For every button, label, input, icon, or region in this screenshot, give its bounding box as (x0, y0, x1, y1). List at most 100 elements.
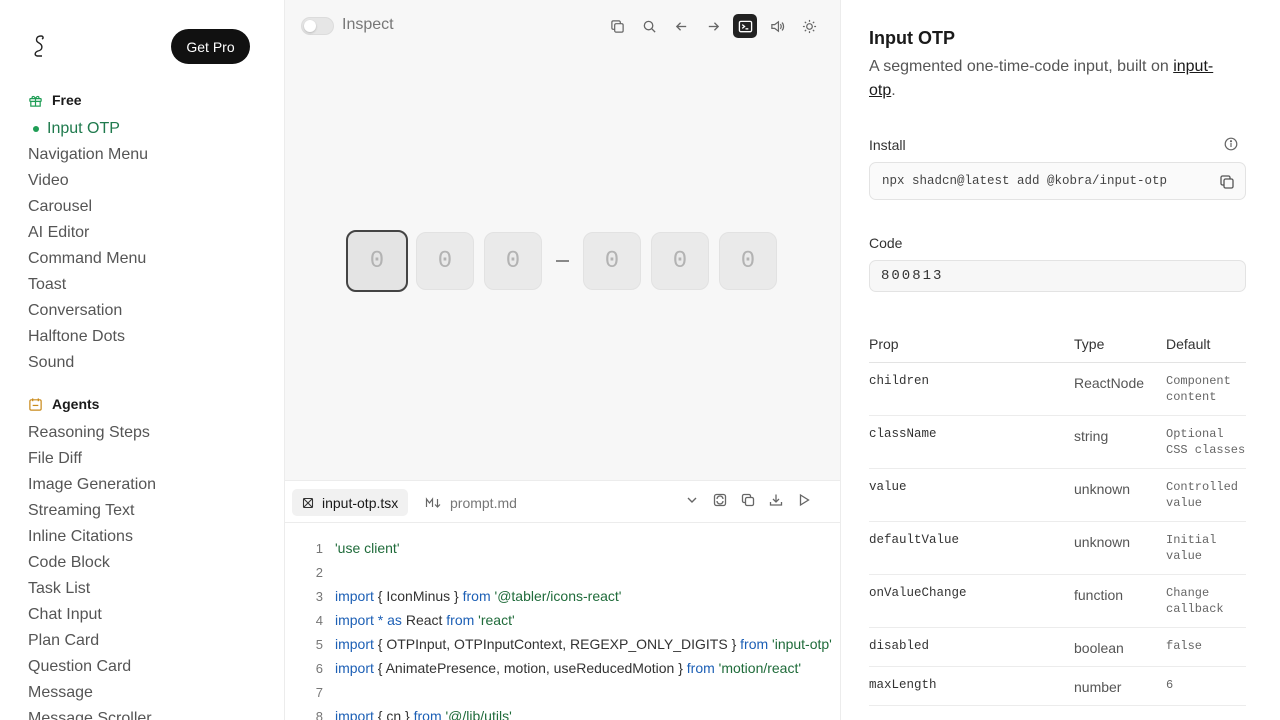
sidebar-item[interactable]: Halftone Dots (28, 324, 148, 350)
sun-icon[interactable] (797, 14, 821, 38)
play-icon[interactable] (797, 493, 811, 507)
code-editor[interactable]: 1 'use client' 2 3 import { IconMinus } from… (285, 536, 841, 720)
sidebar-item[interactable]: Code Block (28, 550, 156, 576)
sidebar-item[interactable]: Message Scroller (28, 706, 156, 720)
sidebar-item[interactable]: Video (28, 168, 148, 194)
otp-slot[interactable]: 0 (719, 232, 777, 290)
code-value-field[interactable]: 800813 (869, 260, 1246, 292)
tab-label: input-otp.tsx (322, 494, 399, 511)
get-pro-button[interactable]: Get Pro (171, 29, 250, 64)
logo-icon[interactable] (29, 33, 49, 59)
otp-slot[interactable]: 0 (583, 232, 641, 290)
prop-default: Change callback (1166, 574, 1246, 628)
prop-row: children ReactNode Component content (869, 362, 1246, 416)
description-text: A segmented one-time-code input, built o… (869, 58, 1174, 75)
sidebar-item[interactable]: File Diff (28, 446, 156, 472)
inspect-toggle[interactable] (301, 17, 334, 35)
code-actions (685, 493, 811, 507)
code-token: { IconMinus } (373, 588, 463, 604)
copy-icon[interactable] (605, 14, 629, 38)
sidebar-item[interactable]: Carousel (28, 194, 148, 220)
otp-input[interactable]: 0 0 0 0 0 0 (346, 230, 787, 292)
inspect-label: Inspect (342, 16, 394, 33)
code-token: import (335, 660, 374, 676)
refresh-icon[interactable] (713, 493, 727, 507)
copy-icon[interactable] (741, 493, 755, 507)
code-token: React (401, 612, 447, 628)
tab-prompt-md[interactable]: prompt.md (415, 489, 527, 516)
sidebar-item[interactable]: Navigation Menu (28, 142, 148, 168)
prop-type: number (1074, 666, 1166, 706)
sidebar-item-label: Task List (28, 580, 91, 597)
default-column-header: Default (1166, 326, 1246, 363)
download-icon[interactable] (769, 493, 783, 507)
description-suffix: . (891, 82, 896, 99)
sidebar-item[interactable]: Task List (28, 576, 156, 602)
details-panel: Input OTP A segmented one-time-code inpu… (841, 0, 1280, 720)
sidebar-item[interactable]: Streaming Text (28, 498, 156, 524)
sidebar-item[interactable]: Message (28, 680, 156, 706)
prop-type: string (1074, 415, 1166, 469)
code-label: Code (869, 235, 903, 251)
otp-slot[interactable]: 0 (416, 232, 474, 290)
prop-row: onValueChange function Change callback (869, 574, 1246, 628)
component-title: Input OTP (869, 28, 955, 48)
agents-nav-list: Reasoning Steps File Diff Image Generation… (28, 420, 156, 720)
line-number: 8 (315, 709, 323, 720)
sidebar-item[interactable]: Command Menu (28, 246, 148, 272)
free-nav-list: Input OTP Navigation Menu Video Carousel AI … (28, 116, 148, 376)
code-token: from (686, 660, 715, 676)
sidebar-item[interactable]: Sound (28, 350, 148, 376)
sidebar-item[interactable]: Question Card (28, 654, 156, 680)
sidebar-item-label: Video (28, 172, 69, 189)
sidebar-item[interactable]: Conversation (28, 298, 148, 324)
sidebar-item[interactable]: Input OTP (33, 116, 148, 142)
code-panel: input-otp.tsx prompt.md 1'use client' 2 3 i… (285, 480, 841, 720)
code-token: import (335, 612, 374, 628)
prop-row: defaultValue unknown Initial value (869, 521, 1246, 575)
code-line: 8 import { cn } from '@/lib/utils' (285, 704, 841, 720)
copy-icon[interactable] (1219, 174, 1235, 190)
prop-default: Component content (1166, 362, 1246, 416)
sidebar-item-label: Sound (28, 354, 75, 371)
line-number: 1 (315, 541, 323, 556)
sidebar-item-label: Reasoning Steps (28, 424, 150, 441)
code-token: import (335, 636, 374, 652)
arrow-right-icon[interactable] (701, 14, 725, 38)
code-token: { AnimatePresence, motion, useReducedMot… (373, 660, 687, 676)
sidebar-item-label: Navigation Menu (28, 146, 149, 163)
otp-slot[interactable]: 0 (484, 232, 542, 290)
chevron-down-icon[interactable] (685, 493, 699, 507)
search-icon[interactable] (637, 14, 661, 38)
tab-input-otp-tsx[interactable]: input-otp.tsx (292, 489, 409, 516)
sidebar-item[interactable]: Reasoning Steps (28, 420, 156, 446)
otp-slot[interactable]: 0 (346, 230, 408, 292)
line-number: 5 (315, 637, 323, 652)
code-token: import (335, 708, 374, 720)
sidebar-item[interactable]: AI Editor (28, 220, 148, 246)
sidebar-item[interactable]: Chat Input (28, 602, 156, 628)
props-header-row: Prop Type Default (869, 326, 1246, 363)
sidebar-item-label: File Diff (28, 450, 82, 467)
sidebar: Get Pro Free Input OTP Navigation Menu Vid… (0, 0, 285, 720)
arrow-left-icon[interactable] (669, 14, 693, 38)
code-token: from (446, 612, 475, 628)
sidebar-item[interactable]: Toast (28, 272, 148, 298)
sidebar-item[interactable]: Plan Card (28, 628, 156, 654)
prop-column-header: Prop (869, 326, 1074, 363)
sidebar-item[interactable]: Inline Citations (28, 524, 156, 550)
volume-icon[interactable] (765, 14, 789, 38)
code-token: as (387, 612, 402, 628)
info-icon[interactable] (1224, 137, 1238, 151)
sidebar-item-label: Command Menu (28, 250, 147, 267)
terminal-icon[interactable] (733, 14, 757, 38)
sidebar-item-label: Message (28, 684, 93, 701)
code-line: 1 'use client' (285, 536, 841, 560)
sidebar-item-label: Question Card (28, 658, 132, 675)
otp-slot[interactable]: 0 (651, 232, 709, 290)
code-token: * (373, 612, 388, 628)
prop-name: defaultValue (869, 521, 1074, 575)
sidebar-item[interactable]: Image Generation (28, 472, 156, 498)
gift-icon (29, 95, 42, 107)
sidebar-item-label: Halftone Dots (28, 328, 125, 345)
